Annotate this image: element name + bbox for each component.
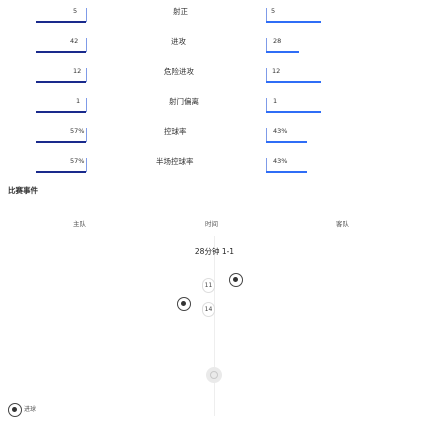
stat-label: 进攻 <box>171 37 186 46</box>
stat-divider <box>86 8 87 22</box>
stat-row-attacks: 42 进攻 28 <box>0 36 429 66</box>
stat-left-bar <box>36 51 86 53</box>
stat-row-half-possession: 57% 半场控球率 43% <box>0 156 429 186</box>
stat-right-value: 28 <box>273 37 282 45</box>
stat-left-value: 42 <box>70 37 79 45</box>
stat-left-value: 1 <box>76 97 81 105</box>
event-minute-badge: 14 <box>202 302 215 317</box>
whistle-icon <box>206 367 222 383</box>
stat-right-value: 12 <box>272 67 281 75</box>
stat-row-shots-on-target: 5 射正 5 <box>0 6 429 36</box>
stat-divider <box>266 68 267 82</box>
stat-left-bar <box>36 171 86 173</box>
stat-right-value: 1 <box>273 97 278 105</box>
stat-divider <box>86 68 87 82</box>
stat-left-value: 57% <box>70 127 85 135</box>
away-team-header: 客队 <box>336 220 349 228</box>
stat-label: 射正 <box>173 7 188 16</box>
stat-label: 射门偏离 <box>169 97 199 106</box>
stat-row-dangerous-attacks: 12 危险进攻 12 <box>0 66 429 96</box>
stat-right-bar <box>266 21 321 23</box>
stat-row-shots-off-target: 1 射门偏离 1 <box>0 96 429 126</box>
goal-icon <box>177 297 191 311</box>
stat-left-bar <box>36 81 86 83</box>
events-header-row: 主队 时间 客队 <box>0 218 429 238</box>
goal-icon <box>229 273 243 287</box>
stat-label: 半场控球率 <box>156 157 194 166</box>
stat-right-value: 5 <box>271 7 276 15</box>
stat-row-possession: 57% 控球率 43% <box>0 126 429 156</box>
stat-left-value: 12 <box>73 67 82 75</box>
stat-divider <box>86 128 87 142</box>
event-item: 14 <box>202 296 215 317</box>
event-item: 11 <box>202 272 215 293</box>
stat-right-bar <box>266 81 321 83</box>
stat-divider <box>266 98 267 112</box>
stat-divider <box>86 38 87 52</box>
stat-right-bar <box>266 171 307 173</box>
stat-label: 危险进攻 <box>164 67 194 76</box>
stat-left-value: 57% <box>70 157 85 165</box>
stat-divider <box>266 158 267 172</box>
events-section-title: 比赛事件 <box>8 186 38 195</box>
stat-right-bar <box>266 141 307 143</box>
stat-left-bar <box>36 111 86 113</box>
stat-divider <box>266 8 267 22</box>
score-update-text: 28分钟 1-1 <box>194 247 235 256</box>
events-timeline <box>214 236 215 416</box>
goal-icon <box>8 403 22 417</box>
stat-right-value: 43% <box>273 157 288 165</box>
home-team-header: 主队 <box>73 220 86 228</box>
stat-left-bar <box>36 141 86 143</box>
stat-divider <box>266 38 267 52</box>
stat-right-bar <box>266 111 321 113</box>
stat-left-value: 5 <box>73 7 78 15</box>
stat-left-bar <box>36 21 86 23</box>
time-header: 时间 <box>205 220 218 228</box>
stat-right-bar <box>266 51 299 53</box>
stat-right-value: 43% <box>273 127 288 135</box>
score-update: 28分钟 1-1 <box>0 246 429 257</box>
legend-label: 进球 <box>24 406 37 413</box>
event-minute-badge: 11 <box>202 278 215 293</box>
stat-divider <box>86 158 87 172</box>
stat-label: 控球率 <box>164 127 187 136</box>
stat-divider <box>86 98 87 112</box>
stat-divider <box>266 128 267 142</box>
